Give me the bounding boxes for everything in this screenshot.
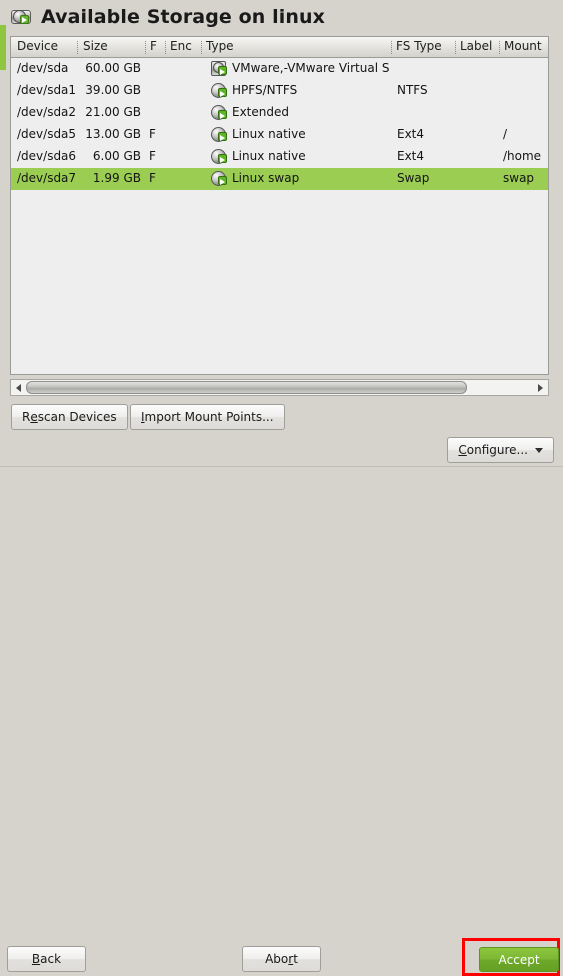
horizontal-scrollbar[interactable]: [10, 379, 549, 396]
hard-disk-icon: [211, 61, 228, 77]
column-header-label[interactable]: Label: [460, 39, 492, 53]
table-body: /dev/sda 60.00 GB VMware,-VMware Virtual…: [11, 58, 548, 374]
abort-label-pre: Abo: [265, 952, 289, 966]
page-title: Available Storage on linux: [41, 5, 325, 28]
scrollbar-track[interactable]: [26, 380, 533, 395]
cell-device: /dev/sda: [17, 61, 69, 75]
configure-label-post: onfigure...: [466, 443, 528, 457]
column-header-mount[interactable]: Mount: [504, 39, 542, 53]
column-header-device[interactable]: Device: [17, 39, 58, 53]
cell-mount: /: [503, 127, 508, 141]
cell-device: /dev/sda6: [17, 149, 77, 163]
rescan-label-accel: e: [30, 410, 38, 424]
cell-type: Linux swap: [232, 171, 300, 185]
cell-type: HPFS/NTFS: [232, 83, 298, 97]
table-row[interactable]: /dev/sda2 21.00 GB Extended: [11, 102, 548, 124]
cell-size: 21.00 GB: [85, 105, 141, 119]
cell-size: 6.00 GB: [92, 149, 141, 163]
cell-size: 60.00 GB: [85, 61, 141, 75]
cell-fstype: Ext4: [397, 149, 425, 163]
cell-f: F: [149, 127, 156, 141]
table-row[interactable]: /dev/sda 60.00 GB VMware,-VMware Virtual…: [11, 58, 548, 80]
cell-fstype: Ext4: [397, 127, 425, 141]
cell-fstype: Swap: [397, 171, 430, 185]
partition-icon: [211, 83, 228, 99]
partition-icon: [211, 105, 228, 121]
cell-f: F: [149, 171, 156, 185]
cell-f: F: [149, 149, 156, 163]
column-divider[interactable]: [201, 41, 203, 54]
table-row[interactable]: /dev/sda5 13.00 GB F Linux native Ext4 /: [11, 124, 548, 146]
scrollbar-thumb[interactable]: [26, 381, 468, 394]
cell-device: /dev/sda7: [17, 171, 77, 185]
cell-size: 1.99 GB: [92, 171, 141, 185]
column-divider[interactable]: [145, 41, 147, 54]
table-row[interactable]: /dev/sda6 6.00 GB F Linux native Ext4 /h…: [11, 146, 548, 168]
column-header-size[interactable]: Size: [83, 39, 108, 53]
back-label-accel: B: [31, 952, 41, 966]
column-divider[interactable]: [499, 41, 501, 54]
column-divider[interactable]: [77, 41, 79, 54]
partition-icon: [211, 149, 228, 165]
bottom-button-bar: Back Abo r t Accept: [0, 467, 563, 976]
rescan-label-post: scan Devices: [37, 410, 117, 424]
back-label-post: ack: [40, 952, 62, 966]
partition-icon: [211, 127, 228, 143]
rescan-devices-button[interactable]: Re scan Devices: [11, 404, 128, 430]
cell-size: 39.00 GB: [85, 83, 141, 97]
cell-type: VMware,-VMware Virtual S: [232, 61, 390, 75]
configure-label-accel: C: [458, 443, 467, 457]
table-row[interactable]: /dev/sda1 39.00 GB HPFS/NTFS NTFS: [11, 80, 548, 102]
cell-device: /dev/sda5: [17, 127, 77, 141]
abort-label-post: t: [293, 952, 298, 966]
cell-fstype: NTFS: [397, 83, 428, 97]
cell-device: /dev/sda1: [17, 83, 77, 97]
column-header-type[interactable]: Type: [206, 39, 234, 53]
triangle-right-icon[interactable]: [533, 380, 548, 395]
import-mount-points-button[interactable]: Import Mount Points...: [130, 404, 285, 430]
dialog-titlebar: Available Storage on linux: [0, 0, 563, 33]
partition-icon: [211, 171, 228, 187]
table-header-row: Device Size F Enc Type FS Type Label Mou…: [11, 37, 548, 58]
cell-type: Linux native: [232, 127, 306, 141]
hard-disk-icon: [10, 6, 32, 28]
accept-button[interactable]: Accept: [479, 947, 559, 972]
cell-type: Extended: [232, 105, 289, 119]
accept-button-highlight: Accept: [462, 938, 560, 976]
triangle-left-icon[interactable]: [11, 380, 26, 395]
column-divider[interactable]: [391, 41, 393, 54]
chevron-down-icon: [535, 447, 543, 453]
column-header-fstype[interactable]: FS Type: [396, 39, 442, 53]
table-row-selected[interactable]: /dev/sda7 1.99 GB F Linux swap Swap swap: [11, 168, 548, 190]
cell-device: /dev/sda2: [17, 105, 77, 119]
abort-button[interactable]: Abo r t: [242, 946, 321, 972]
accept-label-accel: A: [498, 952, 507, 967]
import-label-post: mport Mount Points...: [144, 410, 274, 424]
column-divider[interactable]: [165, 41, 167, 54]
column-header-f[interactable]: F: [150, 39, 157, 53]
column-header-enc[interactable]: Enc: [170, 39, 192, 53]
configure-dropdown-button[interactable]: Configure...: [447, 437, 554, 463]
rescan-label-pre: R: [22, 410, 31, 424]
back-button[interactable]: Back: [7, 946, 86, 972]
accept-label-post: ccept: [506, 952, 540, 967]
storage-table[interactable]: Device Size F Enc Type FS Type Label Mou…: [10, 36, 549, 375]
cell-mount: /home: [503, 149, 542, 163]
cell-mount: swap: [503, 171, 535, 185]
cell-type: Linux native: [232, 149, 306, 163]
cell-size: 13.00 GB: [85, 127, 141, 141]
column-divider[interactable]: [455, 41, 457, 54]
